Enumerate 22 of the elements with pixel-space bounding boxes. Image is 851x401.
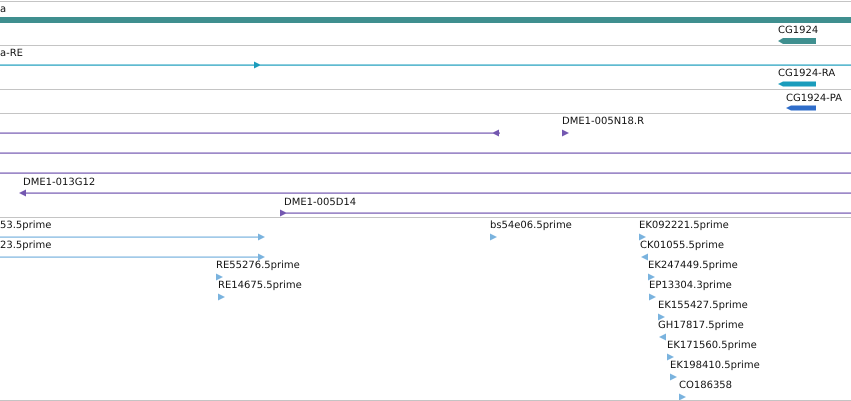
feature-label: CG1924 (778, 25, 818, 37)
feature-label: CG1924-PA (786, 93, 842, 105)
feature-label: CO186358 (679, 380, 732, 392)
feature-label: EP13304.3prime (649, 280, 732, 292)
feature-label: EK155427.5prime (658, 300, 748, 312)
feature-label: EK092221.5prime (639, 220, 729, 232)
feature-label: CG1924-RA (778, 68, 836, 80)
feature-label: DME1-013G12 (23, 177, 96, 189)
feature-label: RE14675.5prime (218, 280, 302, 292)
feature-label: bs54e06.5prime (490, 220, 572, 232)
feature-label: EK198410.5prime (670, 360, 760, 372)
feature-label: a (0, 4, 6, 16)
feature-label: CK01055.5prime (640, 240, 724, 252)
feature-label: DME1-005D14 (284, 197, 356, 209)
feature-label: GH17817.5prime (658, 320, 744, 332)
feature-label: EK247449.5prime (648, 260, 738, 272)
feature-label: EK171560.5prime (667, 340, 757, 352)
feature-label: RE55276.5prime (216, 260, 300, 272)
feature-label: 53.5prime (0, 220, 52, 232)
feature-label: 23.5prime (0, 240, 52, 252)
feature-label: a-RE (0, 48, 24, 60)
feature-label: DME1-005N18.R (562, 116, 644, 128)
